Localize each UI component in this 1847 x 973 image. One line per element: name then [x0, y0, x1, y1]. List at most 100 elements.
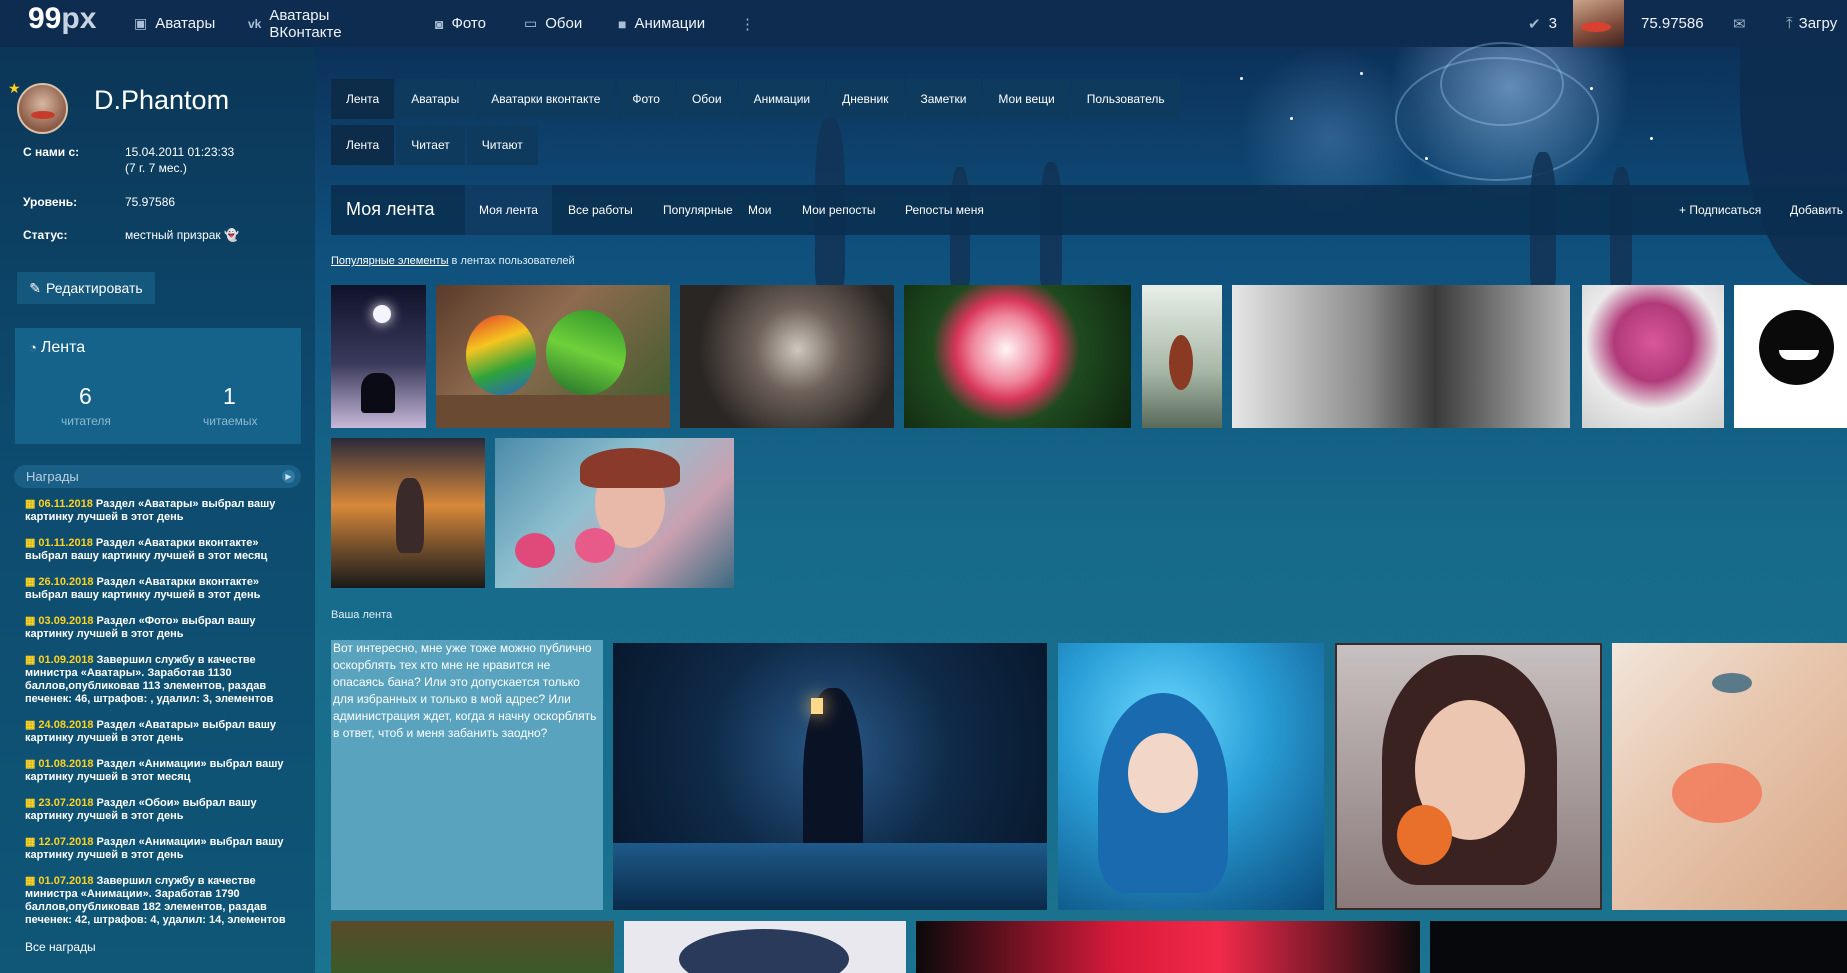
subtab-readers[interactable]: Читают	[466, 125, 538, 165]
tab-my-items[interactable]: Мои вещи	[983, 79, 1070, 119]
feed-tab-reposts-of-me[interactable]: Репосты меня	[891, 185, 998, 235]
feed-image[interactable]	[1058, 643, 1324, 910]
award-item: ▦ 01.07.2018 Завершил службу в качестве м…	[25, 875, 286, 926]
lantern-shape	[811, 698, 823, 714]
feed-tab-my-reposts[interactable]: Мои репосты	[788, 185, 889, 235]
feed-stats-box: ◔ Лента 6 читателя 1 читаемых	[15, 328, 301, 444]
feed-image[interactable]	[916, 921, 1420, 973]
play-icon[interactable]: ▶	[282, 470, 295, 483]
calendar-icon: ▦	[25, 498, 36, 510]
water-shape	[613, 843, 1047, 910]
tab-animations[interactable]: Анимации	[738, 79, 826, 119]
tab-photo[interactable]: Фото	[617, 79, 675, 119]
cats-silhouette	[361, 373, 395, 413]
popular-elements-link[interactable]: Популярные элементы	[331, 255, 449, 267]
leaf-shape	[1397, 805, 1452, 865]
girl-face	[1128, 733, 1198, 813]
thumbnail-image[interactable]	[1734, 285, 1847, 428]
profile-avatar[interactable]	[17, 83, 68, 134]
your-feed-label: Ваша лента	[331, 609, 393, 621]
calendar-icon: ▦	[25, 654, 36, 666]
thumbnail-image[interactable]	[680, 285, 894, 428]
add-button[interactable]: Добавить	[1776, 185, 1847, 235]
tab-vk-avatars[interactable]: Аватарки вконтакте	[476, 79, 616, 119]
thumbnail-image[interactable]	[331, 438, 485, 588]
tab-diary[interactable]: Дневник	[827, 79, 904, 119]
award-item: ▦ 26.10.2018 Раздел «Аватарки вконтакте» …	[25, 576, 261, 601]
sub-tabs: Лента Читает Читают	[331, 125, 540, 165]
tab-user[interactable]: Пользователь	[1071, 79, 1180, 119]
feed-tab-my-feed[interactable]: Моя лента	[465, 185, 552, 235]
reading-count[interactable]: 1	[223, 383, 236, 410]
thumbnail-image[interactable]	[1142, 285, 1222, 428]
since-value: 15.04.2011 01:23:33 (7 г. 7 мес.)	[125, 144, 234, 176]
thumbnail-image[interactable]	[904, 285, 1131, 428]
tab-feed[interactable]: Лента	[331, 79, 395, 119]
readers-count[interactable]: 6	[79, 383, 92, 410]
feed-tab-mine[interactable]: Мои	[734, 185, 786, 235]
calendar-icon: ▦	[25, 576, 36, 588]
rose-shape	[575, 528, 615, 563]
thumbnail-image[interactable]	[331, 285, 426, 428]
moon-shape	[373, 305, 391, 323]
tab-avatars[interactable]: Аватары	[396, 79, 475, 119]
user-avatar-small[interactable]	[1573, 0, 1624, 47]
feed-tab-all-works[interactable]: Все работы	[554, 185, 647, 235]
awards-header[interactable]: Награды ▶	[14, 465, 301, 488]
star-dot	[1360, 72, 1363, 75]
level-label: Уровень:	[23, 195, 78, 209]
thumbnail-image[interactable]	[1232, 285, 1570, 428]
level-value: 75.97586	[125, 195, 176, 209]
branch-shape	[436, 395, 670, 428]
topnav-avatars[interactable]: ▣ Аватары	[134, 0, 215, 47]
subscribe-button[interactable]: + Подписаться	[1665, 185, 1775, 235]
site-logo[interactable]: 99px	[28, 2, 96, 36]
calendar-icon: ▦	[25, 719, 36, 731]
header-background-art	[815, 42, 1847, 287]
camera-icon: ◙	[435, 15, 444, 32]
badge-shape	[679, 929, 849, 973]
mail-icon[interactable]: ✉	[1733, 0, 1746, 47]
upload-button[interactable]: ⤒ Загру	[1786, 0, 1837, 47]
feed-comment: Вот интересно, мне уже тоже можно публич…	[331, 640, 603, 910]
feed-image[interactable]	[1430, 921, 1847, 973]
award-item: ▦ 24.08.2018 Раздел «Аватары» выбрал вашу…	[25, 719, 277, 744]
all-awards-link[interactable]: Все награды	[25, 940, 96, 954]
feed-image[interactable]	[613, 643, 1047, 910]
monster-shape	[1759, 310, 1834, 385]
rss-icon: ◔	[29, 340, 37, 355]
more-menu-icon[interactable]: ⋮	[740, 0, 755, 47]
palm-silhouette	[1740, 47, 1847, 287]
checks-counter[interactable]: ✔ 3	[1528, 0, 1557, 47]
since-label: С нами с:	[23, 145, 80, 159]
feed-tab-popular[interactable]: Популярные	[649, 185, 747, 235]
light-ring	[1440, 42, 1564, 126]
topnav-wallpapers[interactable]: ▭ Обои	[524, 0, 582, 47]
monster-teeth	[1779, 350, 1819, 360]
points-value: 75.97586	[1641, 15, 1704, 32]
topnav-photo[interactable]: ◙ Фото	[435, 0, 486, 47]
feed-image[interactable]	[331, 921, 614, 973]
star-dot	[1590, 87, 1593, 90]
calendar-icon: ▦	[25, 875, 36, 887]
feed-image[interactable]	[1612, 643, 1847, 910]
tab-wallpapers[interactable]: Обои	[676, 79, 737, 119]
feed-stats-title[interactable]: ◔ Лента	[29, 339, 85, 357]
eye-shape	[1712, 673, 1752, 693]
thumbnail-image[interactable]	[495, 438, 734, 588]
subtab-reading[interactable]: Читает	[396, 125, 465, 165]
star-icon: ★	[8, 80, 21, 96]
topnav-animations[interactable]: ■ Анимации	[618, 0, 705, 47]
feed-image[interactable]	[624, 921, 906, 973]
feed-image[interactable]	[1335, 643, 1602, 910]
thumbnail-image[interactable]	[436, 285, 670, 428]
calendar-icon: ▦	[25, 836, 36, 848]
award-item: ▦ 12.07.2018 Раздел «Анимации» выбрал ваш…	[25, 836, 284, 861]
topnav-vk-avatars[interactable]: vk Аватары ВКонтакте	[248, 0, 342, 47]
tab-notes[interactable]: Заметки	[905, 79, 982, 119]
thumbnail-image[interactable]	[1582, 285, 1724, 428]
calendar-icon: ▦	[25, 615, 36, 627]
award-item: ▦ 01.09.2018 Завершил службу в качестве м…	[25, 654, 274, 705]
subtab-feed[interactable]: Лента	[331, 125, 395, 165]
edit-profile-button[interactable]: ✎ Редактировать	[17, 272, 155, 304]
